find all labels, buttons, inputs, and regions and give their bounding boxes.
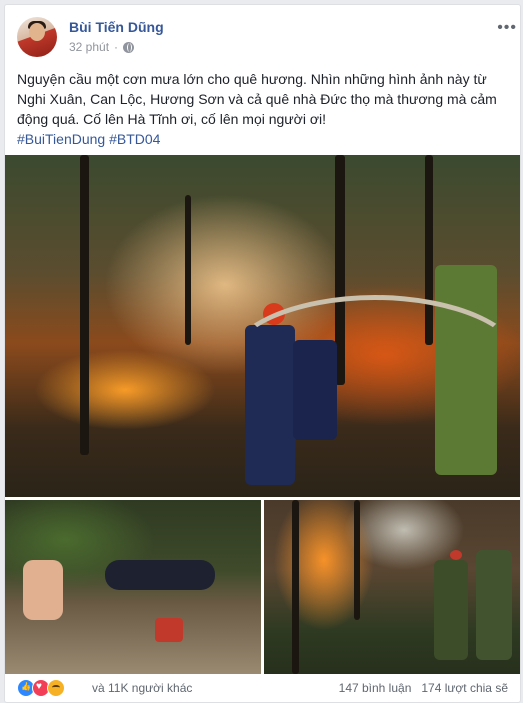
share-count[interactable]: 174 lượt chia sẽ [421,681,508,695]
author-name[interactable]: Bùi Tiến Dũng [69,19,164,35]
hashtags: #BuiTienDung #BTD04 [17,129,509,149]
photo-main[interactable] [5,155,520,497]
post-text: Nguyện cầu một cơn mưa lớn cho quê hương… [17,69,509,149]
sad-icon[interactable] [47,679,65,697]
post-meta: 32 phút · [69,40,135,54]
reaction-count[interactable]: và 11K người khác [92,681,192,695]
photo-right[interactable] [264,500,520,674]
post-footer: và 11K người khác 147 bình luận 174 lượt… [5,674,520,702]
soldier-1 [434,560,468,660]
more-icon[interactable]: ••• [497,19,517,37]
soldier-helmet [450,550,462,560]
globe-icon [123,41,135,53]
comment-count[interactable]: 147 bình luận [339,681,412,695]
post-time[interactable]: 32 phút [69,40,109,54]
engagement-counts: 147 bình luận 174 lượt chia sẽ [339,681,508,695]
reactions[interactable] [17,679,65,697]
supply-bag [155,618,183,642]
post-header: Bùi Tiến Dũng 32 phút · ••• [17,17,516,61]
resting-group [105,560,215,590]
avatar[interactable] [17,17,57,57]
hashtag-buitiendung[interactable]: #BuiTienDung [17,131,105,147]
hashtag-btd04[interactable]: #BTD04 [109,131,160,147]
photo-left[interactable] [5,500,261,674]
resting-person [23,560,63,620]
soldier-2 [476,550,512,660]
post-card: Bùi Tiến Dũng 32 phút · ••• Nguyện cầu m… [4,4,521,703]
post-body: Nguyện cầu một cơn mưa lớn cho quê hương… [17,71,497,127]
